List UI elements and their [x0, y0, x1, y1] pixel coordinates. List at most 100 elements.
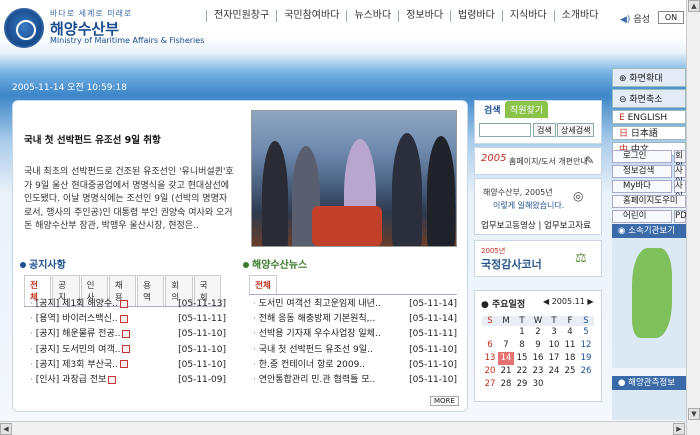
- scroll-up-icon[interactable]: ▲: [688, 0, 700, 12]
- calendar-day[interactable]: 11: [562, 339, 578, 352]
- list-item[interactable]: [인사] 과장급 전보[05-11-09]: [30, 373, 226, 388]
- ocean-news-section-title[interactable]: 해양수산뉴스: [243, 256, 307, 271]
- ocean-info-header[interactable]: ● 해양관측정보: [612, 376, 686, 390]
- calendar-day[interactable]: 17: [546, 352, 562, 365]
- gnb-item-intro[interactable]: 소개바다: [553, 10, 606, 22]
- calendar-day[interactable]: 2: [530, 326, 546, 339]
- report-links[interactable]: 업무보고동영상 | 업무보고자료: [481, 219, 591, 231]
- more-button[interactable]: MORE: [430, 396, 459, 406]
- audit-banner[interactable]: 2005년 국정감사코너 ⚖: [474, 240, 602, 277]
- list-item[interactable]: 선박용 기자재 우수사업장 일체..[05-11-11]: [253, 327, 457, 342]
- lang-english[interactable]: E ENGLISH: [612, 110, 686, 124]
- calendar-day[interactable]: 16: [530, 352, 546, 365]
- scale-icon: ⚖: [575, 251, 587, 266]
- headline-photo[interactable]: [251, 110, 457, 247]
- tab-search[interactable]: 검색: [479, 101, 506, 118]
- list-item[interactable]: [공지] 제1회 해양수..[05-11-13]: [30, 297, 226, 312]
- gnb-item-law[interactable]: 법령바다: [450, 10, 502, 22]
- voice-button[interactable]: ◀) 음성: [620, 12, 650, 25]
- calendar-day[interactable]: 1: [514, 326, 530, 339]
- calendar-weekday: S: [487, 316, 493, 326]
- list-item[interactable]: [공지] 도서민의 여객..[05-11-10]: [30, 343, 226, 358]
- gnb-item-participation[interactable]: 국민참여바다: [276, 10, 346, 22]
- ocean-info-panel[interactable]: [612, 390, 686, 420]
- calendar-day[interactable]: 10: [546, 339, 562, 352]
- calendar-day[interactable]: 15: [514, 352, 530, 365]
- agency-header[interactable]: ◉ 소속기관보기: [612, 224, 686, 238]
- calendar-day: [482, 326, 498, 339]
- notice-section-title[interactable]: 공지사항: [20, 256, 66, 271]
- calendar-day[interactable]: 24: [546, 365, 562, 378]
- report-banner[interactable]: 해양수산부, 2005년 이렇게 일해왔습니다. ◎ 업무보고동영상 | 업무보…: [474, 178, 602, 235]
- scroll-left-icon[interactable]: ◀: [0, 423, 12, 435]
- calendar-day[interactable]: 23: [530, 365, 546, 378]
- calendar-day[interactable]: 21: [498, 365, 514, 378]
- list-item[interactable]: 연안통합관리 민.관 협력틀 모..[05-11-10]: [253, 373, 457, 388]
- calendar-day[interactable]: 27: [482, 378, 498, 391]
- quick-login[interactable]: 로그인: [612, 150, 672, 163]
- calendar-day[interactable]: 7: [498, 339, 514, 352]
- calendar-weekday: T: [519, 316, 525, 326]
- calendar-day[interactable]: 30: [530, 378, 546, 391]
- scroll-down-icon[interactable]: ▼: [688, 408, 700, 420]
- quick-search-info[interactable]: 정보검색: [612, 165, 672, 178]
- report-sub: 이렇게 일해왔습니다.: [493, 201, 565, 210]
- calendar-weekday: T: [551, 316, 557, 326]
- detail-search-button[interactable]: 상세검색: [557, 123, 595, 137]
- zoom-out-button[interactable]: ⊖ 화면축소: [612, 89, 686, 108]
- calendar-day[interactable]: 18: [562, 352, 578, 365]
- quick-help[interactable]: 홈페이지도우미: [612, 195, 686, 208]
- list-item[interactable]: [공지] 제3회 부산국..[05-11-10]: [30, 358, 226, 373]
- list-item[interactable]: 국내 첫 선박펀드 유조선 9일..[05-11-10]: [253, 343, 457, 358]
- gnb-item-knowledge[interactable]: 지식바다: [501, 10, 554, 22]
- quick-kids[interactable]: 어린이: [612, 210, 672, 223]
- next-month-icon[interactable]: ▶: [587, 297, 593, 306]
- list-item[interactable]: [공지] 해운물류 전공..[05-11-10]: [30, 327, 226, 342]
- search-button[interactable]: 검색: [533, 123, 556, 137]
- list-item[interactable]: 도서민 여객선 최고운임제 내년..[05-11-14]: [253, 297, 457, 312]
- zoom-in-button[interactable]: ⊕ 화면확대: [612, 68, 686, 87]
- list-item[interactable]: 한.중 컨테이너 항로 2009..[05-11-10]: [253, 358, 457, 373]
- gnb-item-news[interactable]: 뉴스바다: [346, 10, 398, 22]
- quick-my-sea[interactable]: My바다: [612, 180, 672, 193]
- quick-pda[interactable]: PDA: [674, 210, 692, 223]
- tab-staff-search[interactable]: 직원찾기: [505, 101, 549, 118]
- calendar-day[interactable]: 26: [578, 365, 594, 378]
- calendar-day[interactable]: 9: [530, 339, 546, 352]
- quick-site-2[interactable]: 사이: [674, 180, 686, 202]
- lang-japanese[interactable]: 日 日本語: [612, 126, 686, 140]
- prev-month-icon[interactable]: ◀: [543, 297, 549, 306]
- agency-map[interactable]: [612, 238, 686, 368]
- gnb-item-civil[interactable]: 전자민원창구: [206, 10, 276, 22]
- horizontal-scrollbar[interactable]: ◀ ▶: [0, 421, 686, 435]
- calendar-title: ● 주요일정: [481, 300, 526, 310]
- calendar-day[interactable]: 6: [482, 339, 498, 352]
- calendar-day[interactable]: 22: [514, 365, 530, 378]
- calendar-day[interactable]: 5: [578, 326, 594, 339]
- gnb-item-info[interactable]: 정보바다: [398, 10, 450, 22]
- vertical-scrollbar[interactable]: ▲ ▼: [686, 0, 700, 435]
- quick-site[interactable]: 사이: [674, 165, 686, 187]
- calendar-day[interactable]: 14: [498, 352, 514, 365]
- calendar-day[interactable]: 8: [514, 339, 530, 352]
- ministry-logo-icon[interactable]: [4, 8, 44, 48]
- calendar-day[interactable]: 20: [482, 365, 498, 378]
- search-input[interactable]: [479, 123, 531, 137]
- list-item[interactable]: [용역] 바이러스백신..[05-11-11]: [30, 312, 226, 327]
- calendar-day[interactable]: 13: [482, 352, 498, 365]
- calendar-day[interactable]: 25: [562, 365, 578, 378]
- scroll-right-icon[interactable]: ▶: [673, 423, 685, 435]
- calendar-day[interactable]: 19: [578, 352, 594, 365]
- quick-member[interactable]: 회원: [674, 150, 686, 172]
- calendar-day[interactable]: 4: [562, 326, 578, 339]
- headline-body[interactable]: 국내 최초의 선박펀드로 건조된 유조선인 '유니버설퀸'호가 9일 울산 현대…: [24, 166, 234, 234]
- ocean-news-tab-all[interactable]: 전체: [249, 275, 277, 294]
- list-item[interactable]: 전해 응동 해충방제 기본원칙,..[05-11-14]: [253, 312, 457, 327]
- calendar-day[interactable]: 28: [498, 378, 514, 391]
- calendar-day[interactable]: 3: [546, 326, 562, 339]
- headline-title[interactable]: 국내 첫 선박펀드 유조선 9일 취항: [24, 132, 161, 146]
- voice-on-toggle[interactable]: ON: [658, 11, 684, 24]
- calendar-day[interactable]: 29: [514, 378, 530, 391]
- calendar-day[interactable]: 12: [578, 339, 594, 352]
- renewal-banner[interactable]: 2005 홈페이지/도서 개편안내 ✎: [474, 147, 602, 175]
